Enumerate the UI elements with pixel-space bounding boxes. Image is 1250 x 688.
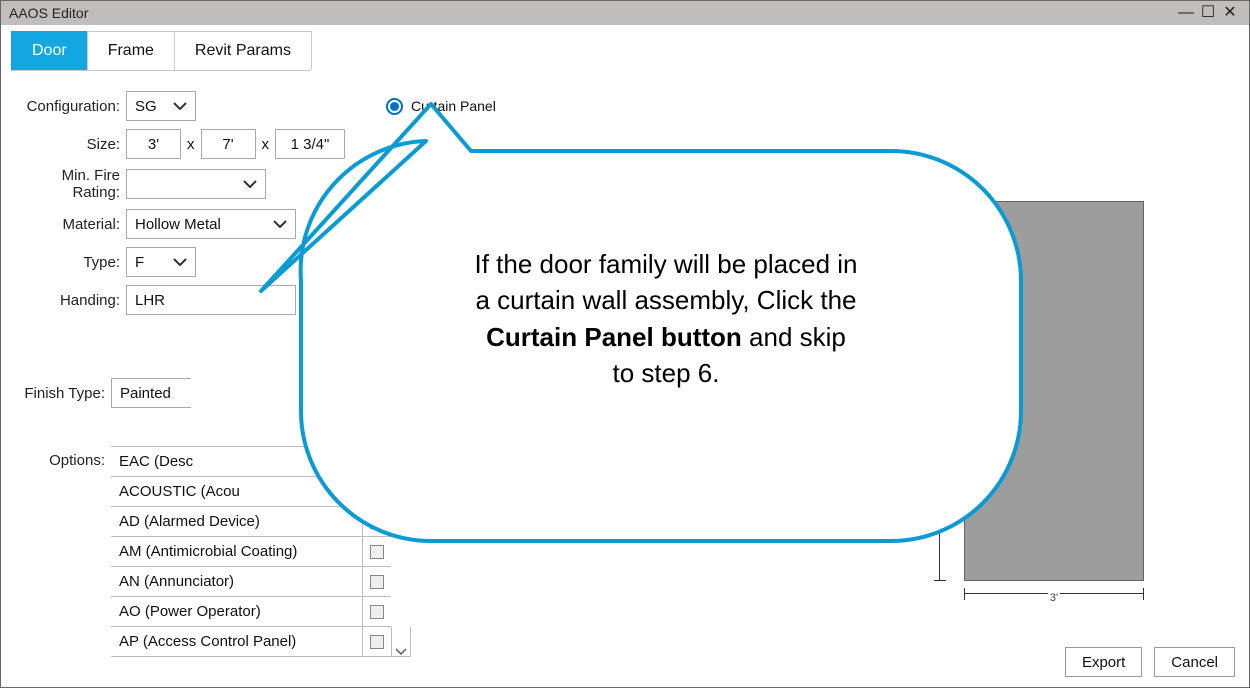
finish-type-label: Finish Type: [11, 385, 111, 402]
size-width-input[interactable]: 3' [126, 129, 181, 159]
content-area: Configuration: SG Curtain Panel Size: 3'… [1, 71, 1249, 687]
close-icon[interactable]: ✕ [1219, 5, 1241, 21]
dimension-width-label: 3' [1048, 592, 1060, 604]
door-preview: 3' [919, 201, 1179, 611]
option-text: EAC (Desc [111, 447, 363, 476]
option-checkbox[interactable] [363, 507, 391, 536]
configuration-value: SG [135, 98, 157, 115]
chevron-down-icon [395, 648, 407, 656]
chevron-down-icon [243, 180, 257, 188]
radio-icon [386, 98, 403, 115]
configuration-select[interactable]: SG [126, 91, 196, 121]
configuration-label: Configuration: [11, 98, 126, 115]
option-checkbox[interactable] [363, 537, 391, 566]
option-checkbox[interactable] [363, 567, 391, 596]
type-value: F [135, 254, 144, 271]
handing-label: Handing: [11, 292, 126, 309]
options-label: Options: [11, 446, 111, 469]
list-item[interactable]: AD (Alarmed Device) [111, 507, 391, 537]
list-item[interactable]: EAC (Desc [111, 447, 391, 477]
size-height-input[interactable]: 7' [201, 129, 256, 159]
material-value: Hollow Metal [135, 216, 221, 233]
list-item[interactable]: AP (Access Control Panel) [111, 627, 391, 657]
fire-rating-select[interactable] [126, 169, 266, 199]
options-scroll-down[interactable] [391, 627, 411, 657]
material-label: Material: [11, 216, 126, 233]
footer-buttons: Export Cancel [1065, 647, 1235, 677]
list-item[interactable]: ACOUSTIC (Acou [111, 477, 391, 507]
chevron-down-icon [173, 258, 187, 266]
fire-rating-label: Min. Fire Rating: [11, 167, 126, 201]
size-sep: x [262, 136, 270, 153]
option-text: AO (Power Operator) [111, 597, 363, 626]
material-select[interactable]: Hollow Metal [126, 209, 296, 239]
type-select[interactable]: F [126, 247, 196, 277]
maximize-icon[interactable]: ☐ [1197, 5, 1219, 21]
option-text: AN (Annunciator) [111, 567, 363, 596]
size-thickness-input[interactable]: 1 3/4" [275, 129, 345, 159]
tab-revit-params[interactable]: Revit Params [174, 31, 312, 70]
title-bar: AAOS Editor — ☐ ✕ [1, 1, 1249, 25]
option-checkbox[interactable] [363, 597, 391, 626]
size-height-value: 7' [222, 136, 233, 153]
curtain-panel-radio[interactable]: Curtain Panel [386, 98, 496, 115]
option-checkbox[interactable] [363, 627, 391, 656]
tabs: Door Frame Revit Params [1, 31, 1249, 71]
option-checkbox[interactable] [363, 447, 391, 476]
option-text: AP (Access Control Panel) [111, 627, 363, 656]
minimize-icon[interactable]: — [1175, 5, 1197, 21]
curtain-panel-label: Curtain Panel [411, 98, 496, 114]
size-label: Size: [11, 136, 126, 153]
finish-type-value: Painted [120, 385, 171, 402]
tab-frame[interactable]: Frame [87, 31, 175, 70]
size-sep: x [187, 136, 195, 153]
chevron-down-icon [173, 102, 187, 110]
option-checkbox[interactable] [363, 477, 391, 506]
size-width-value: 3' [148, 136, 159, 153]
type-label: Type: [11, 254, 126, 271]
dimension-horizontal: 3' [964, 593, 1144, 606]
chevron-down-icon [273, 220, 287, 228]
cancel-button[interactable]: Cancel [1154, 647, 1235, 677]
option-text: AM (Antimicrobial Coating) [111, 537, 363, 566]
option-text: ACOUSTIC (Acou [111, 477, 363, 506]
size-thickness-value: 1 3/4" [291, 136, 330, 153]
form-column: Configuration: SG Curtain Panel Size: 3'… [11, 91, 611, 687]
handing-input[interactable]: LHR [126, 285, 296, 315]
handing-value: LHR [135, 292, 165, 309]
tab-door[interactable]: Door [11, 31, 88, 70]
app-window: AAOS Editor — ☐ ✕ Door Frame Revit Param… [0, 0, 1250, 688]
list-item[interactable]: AM (Antimicrobial Coating) [111, 537, 391, 567]
finish-type-select[interactable]: Painted [111, 378, 191, 408]
option-text: AD (Alarmed Device) [111, 507, 363, 536]
door-graphic [964, 201, 1144, 581]
list-item[interactable]: AN (Annunciator) [111, 567, 391, 597]
window-title: AAOS Editor [9, 5, 88, 21]
export-button[interactable]: Export [1065, 647, 1142, 677]
options-list: EAC (Desc ACOUSTIC (Acou AD (Alarmed Dev… [111, 446, 391, 657]
list-item[interactable]: AO (Power Operator) [111, 597, 391, 627]
dimension-vertical [939, 201, 940, 581]
